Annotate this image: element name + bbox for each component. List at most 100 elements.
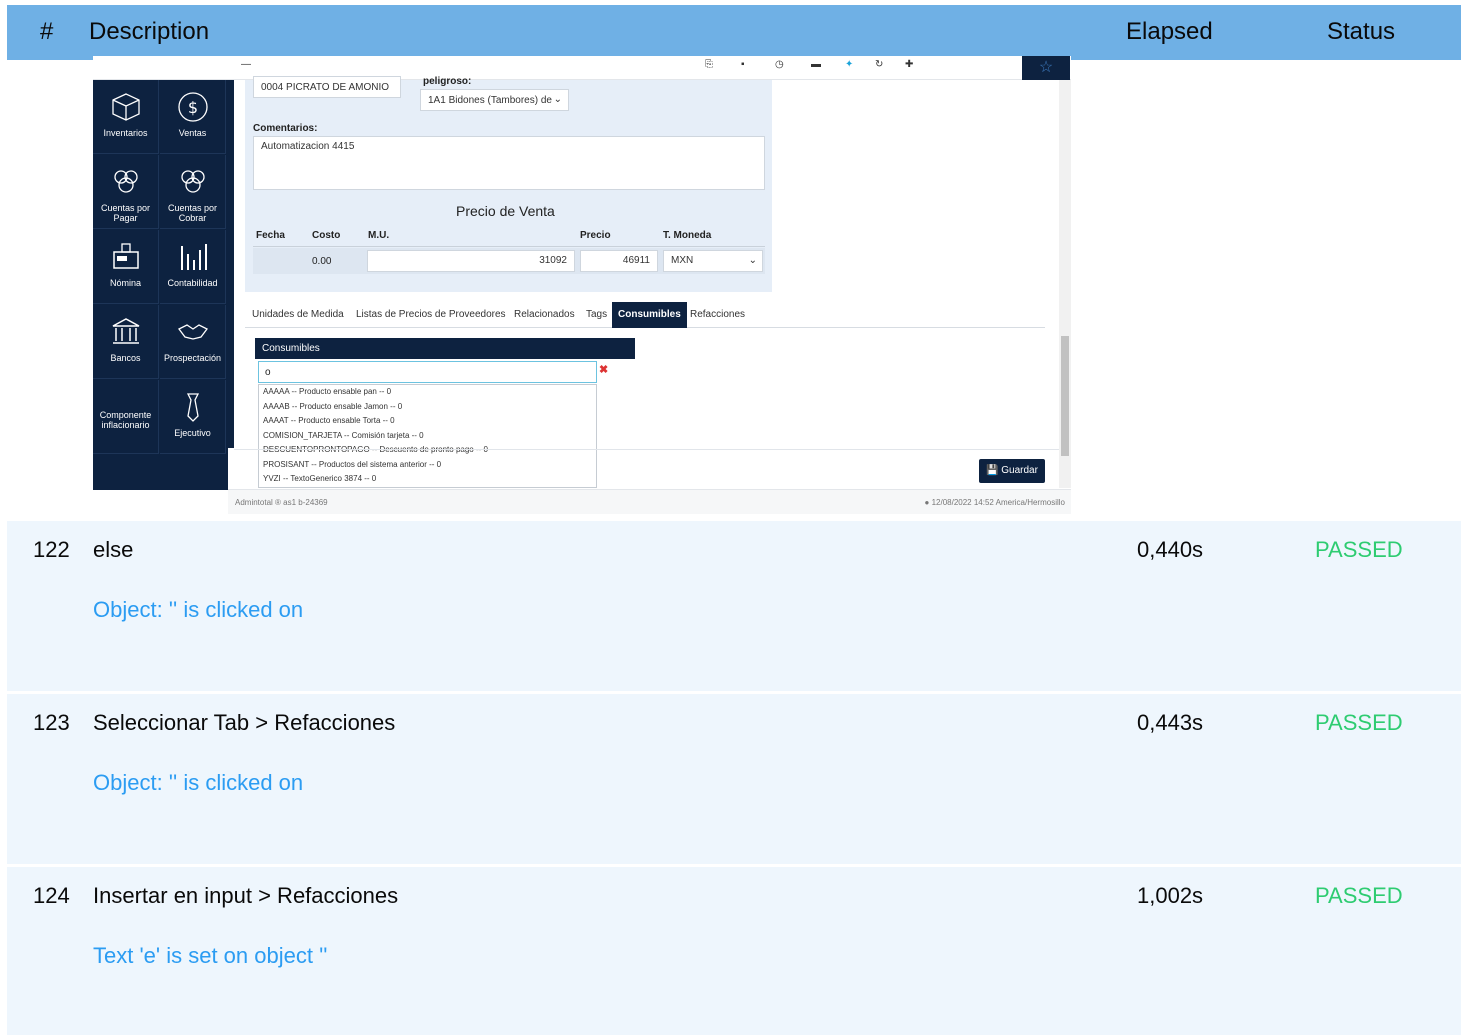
app-footer: Admintotal ® as1 b-24369 ● 12/08/2022 14… xyxy=(228,489,1071,514)
row-detail: Object: '' is clicked on xyxy=(93,597,304,622)
price-grid-header: Fecha Costo M.U. Precio T. Moneda xyxy=(253,227,765,247)
row-status: PASSED xyxy=(1315,883,1403,908)
clear-icon[interactable]: ✖ xyxy=(599,363,608,376)
sidebar-item-ejecutivo[interactable]: Ejecutivo xyxy=(160,380,226,454)
pin-icon[interactable]: ✦ xyxy=(845,59,853,70)
col-mu: M.U. xyxy=(368,230,390,241)
tab-consumibles[interactable]: Consumibles xyxy=(612,302,687,328)
col-fecha: Fecha xyxy=(256,230,285,241)
product-tabs: Unidades de Medida Listas de Precios de … xyxy=(245,302,1045,328)
sidebar-item-ventas[interactable]: $ Ventas xyxy=(160,80,226,154)
report-row: 122 else 0,440s PASSED Object: '' is cli… xyxy=(7,521,1461,691)
sidebar-item-prospectacion[interactable]: Prospectación xyxy=(160,305,226,379)
sidebar-label: Nómina xyxy=(109,278,141,288)
tab-listas-de-precios[interactable]: Listas de Precios de Proveedores xyxy=(356,309,506,320)
comments-label: Comentarios: xyxy=(253,123,318,134)
consumibles-header: Consumibles xyxy=(255,338,635,359)
product-field[interactable]: 0004 PICRATO DE AMONIO xyxy=(253,76,401,98)
sidebar-item-inventarios[interactable]: Inventarios xyxy=(93,80,159,154)
moneda-select-value: MXN xyxy=(671,255,694,266)
col-precio: Precio xyxy=(580,230,611,241)
row-elapsed: 0,443s xyxy=(1137,710,1204,735)
save-icon[interactable]: ▪ xyxy=(741,59,745,70)
row-detail: Object: '' is clicked on xyxy=(93,770,304,795)
tie-icon xyxy=(186,393,199,422)
clock-icon[interactable]: ◷ xyxy=(775,59,784,70)
row-num: 122 xyxy=(33,537,70,562)
autocomplete-option[interactable]: PROSISANT -- Productos del sistema anter… xyxy=(259,458,596,473)
row-elapsed: 1,002s xyxy=(1137,883,1204,908)
consumibles-search-input[interactable]: o xyxy=(258,361,597,383)
autocomplete-list: AAAAA -- Producto ensable pan -- 0 AAAAB… xyxy=(258,384,597,488)
row-description: else xyxy=(93,537,134,562)
sidebar-label: Cuentas por Cobrar xyxy=(167,203,218,223)
handshake-icon xyxy=(177,324,208,340)
autocomplete-option[interactable]: COMISION_TARJETA -- Comisión tarjeta -- … xyxy=(259,429,596,444)
sidebar-item-componente-inflacionario[interactable]: Componente inflacionario xyxy=(93,380,159,454)
cell-costo: 0.00 xyxy=(312,256,332,267)
form-divider xyxy=(234,449,1059,450)
row-num: 124 xyxy=(33,883,70,908)
tab-refacciones[interactable]: Refacciones xyxy=(690,309,745,320)
scrollbar-thumb[interactable] xyxy=(1061,336,1069,456)
price-grid-row: 0.00 31092 46911 MXN ⌄ xyxy=(253,248,765,274)
sidebar-item-cuentas-por-pagar[interactable]: Cuentas por Pagar xyxy=(93,155,159,229)
report-row: 124 Insertar en input > Refacciones 1,00… xyxy=(7,867,1461,1035)
header-status: Status xyxy=(1327,18,1396,45)
tab-tags[interactable]: Tags xyxy=(586,309,607,320)
row-num: 123 xyxy=(33,710,70,735)
sidebar-label: Contabilidad xyxy=(167,278,218,288)
autocomplete-option[interactable]: YVZI -- TextoGenerico 3874 -- 0 xyxy=(259,472,596,487)
autocomplete-option[interactable]: AAAAB -- Producto ensable Jamon -- 0 xyxy=(259,400,596,415)
people-icon xyxy=(180,170,205,193)
chevron-down-icon: ⌄ xyxy=(748,255,757,266)
tab-relacionados[interactable]: Relacionados xyxy=(514,309,575,320)
footer-datetime: ● 12/08/2022 14:52 America/Hermosillo xyxy=(925,498,1066,507)
header-description: Description xyxy=(89,18,210,45)
autocomplete-option[interactable]: AAAAA -- Producto ensable pan -- 0 xyxy=(259,385,596,400)
chevron-down-icon: ⌄ xyxy=(553,94,562,105)
save-label: Guardar xyxy=(1001,465,1038,476)
sidebar-item-bancos[interactable]: Bancos xyxy=(93,305,159,379)
box-icon xyxy=(111,93,140,121)
sidebar-item-contabilidad[interactable]: Contabilidad xyxy=(160,230,226,304)
save-icon: 💾 xyxy=(986,465,999,476)
tab-unidades-de-medida[interactable]: Unidades de Medida xyxy=(252,309,344,320)
refresh-icon[interactable]: ↻ xyxy=(875,59,883,70)
calculator-icon[interactable]: ▬ xyxy=(811,59,821,70)
row-elapsed: 0,440s xyxy=(1137,537,1204,562)
hazard-select[interactable]: 1A1 Bidones (Tambores) de ⌄ xyxy=(420,89,569,111)
comments-textarea[interactable]: Automatizacion 4415 xyxy=(253,136,765,190)
svg-text:$: $ xyxy=(187,98,197,117)
sidebar-label: Cuentas por Pagar xyxy=(100,203,151,223)
row-detail: Text 'e' is set on object '' xyxy=(93,943,328,968)
header-num: # xyxy=(40,18,54,45)
step-screenshot: ⎘ ▪ ◷ ▬ ✦ ↻ ✚ — ☆ Inventarios $ Ventas C… xyxy=(93,56,1071,514)
col-moneda: T. Moneda xyxy=(663,230,712,241)
favorite-star-icon[interactable]: ☆ xyxy=(1022,56,1070,80)
autocomplete-option[interactable]: AAAAT -- Producto ensable Torta -- 0 xyxy=(259,414,596,429)
sidebar-item-cuentas-por-cobrar[interactable]: Cuentas por Cobrar xyxy=(160,155,226,229)
save-button[interactable]: 💾 Guardar xyxy=(979,459,1045,483)
document-icon[interactable]: ⎘ xyxy=(705,59,713,70)
sidebar-label: Componente inflacionario xyxy=(99,410,152,430)
app-topbar: ⎘ ▪ ◷ ▬ ✦ ↻ ✚ — ☆ xyxy=(93,56,1071,80)
plus-icon[interactable]: ✚ xyxy=(905,59,913,70)
sidebar-label: Ventas xyxy=(178,128,207,138)
autocomplete-option[interactable]: DESCUENTOPRONTOPAGO -- Descuento de pron… xyxy=(259,443,596,458)
sidebar-label: Bancos xyxy=(110,353,141,363)
row-status: PASSED xyxy=(1315,710,1403,735)
sidebar-label: Inventarios xyxy=(103,128,148,138)
precio-input[interactable]: 46911 xyxy=(580,250,658,272)
bank-icon xyxy=(112,318,139,344)
register-icon xyxy=(112,243,139,269)
globe-icon: ● xyxy=(924,498,930,507)
scrollbar[interactable] xyxy=(1059,80,1071,488)
bar-chart-icon xyxy=(180,244,207,270)
mu-input[interactable]: 31092 xyxy=(367,250,575,272)
sidebar-item-nomina[interactable]: Nómina xyxy=(93,230,159,304)
menu-icon[interactable]: — xyxy=(241,59,251,70)
moneda-select[interactable]: MXN ⌄ xyxy=(663,250,763,272)
people-icon xyxy=(113,170,138,193)
sidebar-label: Prospectación xyxy=(163,353,222,363)
